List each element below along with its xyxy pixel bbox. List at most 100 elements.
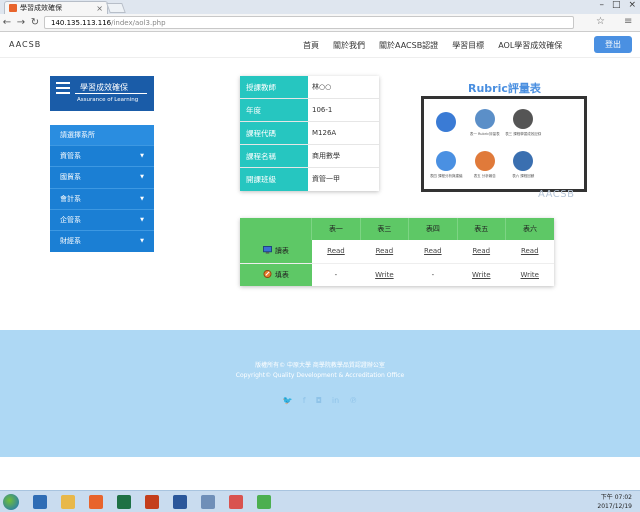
bookmark-star-icon[interactable]: ☆ <box>596 16 605 27</box>
list-icon <box>56 82 70 94</box>
firefox-taskbar-button[interactable] <box>82 492 110 512</box>
nav-about[interactable]: 關於我們 <box>333 40 365 51</box>
caret-down-icon: ▼ <box>140 237 144 244</box>
read-link[interactable]: Read <box>521 247 539 255</box>
course-info-table: 授課教師 林○○ 年度 106-1 課程代碼 M126A 課程名稱 商用數學 開… <box>240 76 379 191</box>
write-link[interactable]: Write <box>472 271 490 279</box>
caret-down-icon: ▼ <box>140 174 144 181</box>
browser-tab[interactable]: 學習成效確保 × <box>4 1 108 14</box>
write-link[interactable]: Write <box>521 271 539 279</box>
cell[interactable]: Read <box>457 240 506 264</box>
address-bar-row: ← → ↻ 140.135.113.116/index/aol3.php ☆ ≡ <box>0 14 640 32</box>
rubric-cell <box>544 103 581 143</box>
site-header: AACSB 首頁 關於我們 關於AACSB認證 學習目標 AOL學習成效確保 登… <box>0 32 640 58</box>
nav-aol[interactable]: AOL學習成效確保 <box>498 40 562 51</box>
info-row-class: 開課班級 資管一甲 <box>240 168 379 191</box>
caret-down-icon: ▼ <box>140 195 144 202</box>
url-host: 140.135.113.116 <box>51 19 112 27</box>
col-header: 表五 <box>457 218 507 240</box>
start-button[interactable] <box>0 491 22 512</box>
rubric-illustration-icon <box>436 151 457 171</box>
media-player-taskbar-button[interactable] <box>26 492 54 512</box>
powerpoint-taskbar-button[interactable] <box>138 492 166 512</box>
nav-about-aacsb[interactable]: 關於AACSB認證 <box>379 40 438 51</box>
rubric-title: Rubric評量表 <box>468 82 541 95</box>
close-window-icon[interactable]: × <box>628 0 636 10</box>
rubric-cell: 表六 課程回饋 <box>505 145 542 185</box>
tab-title: 學習成效確保 <box>20 4 62 12</box>
rubric-illustration-icon <box>551 111 572 132</box>
sidebar-item-im[interactable]: 資管系 ▼ <box>50 146 154 168</box>
forward-icon[interactable]: → <box>14 17 28 28</box>
brand[interactable]: AACSB <box>9 40 41 49</box>
pen-icon <box>263 269 272 278</box>
read-link[interactable]: Read <box>424 247 442 255</box>
read-link[interactable]: Read <box>472 247 490 255</box>
browser-tab-bar: 學習成效確保 × – □ × <box>0 0 640 14</box>
info-row-code: 課程代碼 M126A <box>240 122 379 145</box>
word-taskbar-button[interactable] <box>166 492 194 512</box>
url-input[interactable]: 140.135.113.116/index/aol3.php <box>44 16 574 29</box>
logo-title: 學習成效確保 <box>80 83 128 92</box>
monitor-icon <box>262 246 272 254</box>
cell[interactable]: Read <box>360 240 409 264</box>
sidebar-item-ba[interactable]: 企管系 ▼ <box>50 210 154 231</box>
col-header: 表一 <box>311 218 361 240</box>
rubric-cell: 表一 Rubric評量表 <box>467 103 504 143</box>
cell[interactable]: Read <box>408 240 458 264</box>
row-header-write: 填表 <box>240 263 312 286</box>
cell[interactable]: Write <box>360 263 409 286</box>
rubric-diagram: 表一 Rubric評量表 表三 課程學習成效記錄 表四 課程分析與建議 表五 分析報告… <box>421 96 587 192</box>
cell[interactable]: Read <box>311 240 361 264</box>
read-link[interactable]: Read <box>327 247 345 255</box>
forms-table: 表一 表三 表四 表五 表六 讀表 Read Read Read Read Re… <box>240 218 554 286</box>
facebook-icon[interactable]: f <box>303 396 306 405</box>
row-header-read: 讀表 <box>240 240 312 264</box>
aol-logo: 學習成效確保 Assurance of Learning <box>50 76 154 111</box>
read-link[interactable]: Read <box>376 247 394 255</box>
maximize-icon[interactable]: □ <box>612 0 621 10</box>
file-explorer-taskbar-button[interactable] <box>54 492 82 512</box>
cell: - <box>408 263 458 286</box>
sidebar-item-fin[interactable]: 財經系 ▼ <box>50 231 154 252</box>
excel-taskbar-button[interactable] <box>110 492 138 512</box>
rubric-illustration-icon <box>513 109 534 129</box>
col-header: 表三 <box>360 218 410 240</box>
close-tab-icon[interactable]: × <box>96 4 103 13</box>
linkedin-icon[interactable]: in <box>332 396 339 405</box>
minimize-icon[interactable]: – <box>599 0 604 10</box>
pinterest-icon[interactable]: ℗ <box>349 396 357 405</box>
rubric-illustration-icon <box>474 109 495 129</box>
snipping-tool-taskbar-button[interactable] <box>222 492 250 512</box>
rubric-cell <box>544 145 581 185</box>
nav-learning-goals[interactable]: 學習目標 <box>452 40 484 51</box>
sidebar-item-acct[interactable]: 會計系 ▼ <box>50 189 154 210</box>
sidebar-item-ib[interactable]: 國貿系 ▼ <box>50 167 154 189</box>
rubric-illustration-icon <box>513 151 534 171</box>
clock-date: 2017/12/19 <box>597 503 632 510</box>
window-controls: – □ × <box>599 0 636 10</box>
word-icon <box>173 494 187 509</box>
col-header: 表四 <box>408 218 458 240</box>
caret-down-icon: ▼ <box>140 153 144 160</box>
back-icon[interactable]: ← <box>0 17 14 28</box>
top-nav: 首頁 關於我們 關於AACSB認證 學習目標 AOL學習成效確保 <box>303 40 562 51</box>
rubric-cell: 表五 分析報告 <box>467 145 504 185</box>
twitter-icon[interactable]: 🐦 <box>283 396 293 405</box>
cell[interactable]: Write <box>457 263 506 286</box>
nav-home[interactable]: 首頁 <box>303 40 319 51</box>
browser-menu-icon[interactable]: ≡ <box>624 16 632 27</box>
table-row: 填表 - Write - Write Write <box>240 263 554 286</box>
cell[interactable]: Write <box>505 263 554 286</box>
chrome-taskbar-button[interactable] <box>250 492 278 512</box>
write-link[interactable]: Write <box>375 271 393 279</box>
footer-copyright-en: Copyright© Quality Development & Accredi… <box>235 372 405 379</box>
info-row-teacher: 授課教師 林○○ <box>240 76 379 99</box>
logout-button[interactable]: 登出 <box>594 36 632 53</box>
reload-icon[interactable]: ↻ <box>28 17 42 28</box>
new-tab-button[interactable] <box>106 3 126 13</box>
cell[interactable]: Read <box>505 240 554 264</box>
network-tool-taskbar-button[interactable] <box>194 492 222 512</box>
system-clock[interactable]: 下午 07:02 2017/12/19 <box>597 493 632 511</box>
instagram-icon[interactable]: ◘ <box>316 396 322 405</box>
